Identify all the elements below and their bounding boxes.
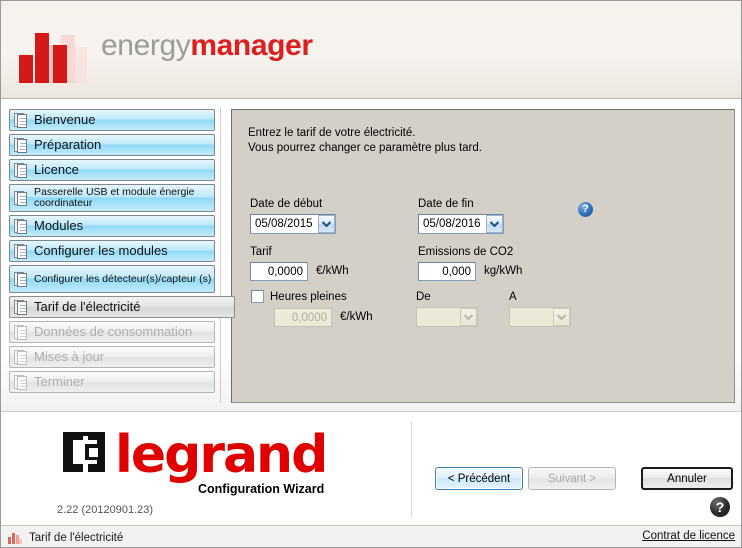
help-glyph: ?	[582, 203, 589, 215]
sidebar-item-modules[interactable]: Modules	[9, 215, 215, 237]
start-date-value: 05/08/2015	[255, 218, 313, 230]
tariff-unit: €/kWh	[316, 265, 349, 277]
cancel-button-label: Annuler	[667, 472, 707, 485]
sidebar-item-label: Licence	[34, 162, 79, 177]
page-icon	[14, 374, 29, 391]
sidebar-item-label: Données de consommation	[34, 324, 193, 339]
page-instructions: Entrez le tarif de votre électricité. Vo…	[248, 127, 482, 154]
back-button-label: < Précédent	[447, 472, 511, 485]
peak-hours-label: Heures pleines	[270, 290, 347, 303]
sidebar-item-label: Mises à jour	[34, 349, 105, 364]
page-icon	[14, 218, 29, 235]
legrand-logo: legrand	[63, 425, 328, 485]
page-icon	[14, 243, 29, 260]
sidebar-item-label: Passerelle USB et module énergie coordin…	[34, 186, 195, 209]
version-text: 2.22 (20120901.23)	[57, 504, 154, 516]
cancel-button[interactable]: Annuler	[641, 467, 733, 490]
help-circle-dark-icon[interactable]: ?	[710, 497, 730, 517]
app-footer: legrand Configuration Wizard 2.22 (20120…	[1, 411, 741, 525]
licence-agreement-link[interactable]: Contrat de licence	[642, 530, 735, 542]
end-date-combo[interactable]: 05/08/2016	[418, 214, 504, 234]
page-icon	[14, 324, 29, 341]
bar-chart-icon	[8, 532, 22, 544]
legrand-wordmark: legrand	[115, 425, 328, 485]
end-date-label: Date de fin	[418, 198, 474, 210]
sidebar-item-label: Tarif de l'électricité	[34, 299, 141, 314]
peak-rate-value: 0,0000	[291, 311, 327, 324]
wizard-step-sidebar: Bienvenue Préparation Licence Passerelle…	[9, 109, 235, 401]
sidebar-item-label: Configurer les modules	[34, 243, 168, 258]
legrand-square-icon	[63, 430, 109, 476]
start-date-label: Date de début	[250, 198, 323, 210]
content-panel: Entrez le tarif de votre électricité. Vo…	[231, 109, 735, 403]
status-text: Tarif de l'électricité	[29, 531, 124, 544]
sidebar-item-label: Préparation	[34, 137, 102, 152]
page-icon	[14, 162, 29, 179]
page-icon	[14, 349, 29, 366]
sidebar-item-preparation[interactable]: Préparation	[9, 134, 215, 156]
tariff-input[interactable]: 0,0000	[250, 262, 308, 281]
bar-chart-logo-icon	[17, 17, 95, 83]
peak-rate-unit: €/kWh	[340, 311, 373, 323]
chevron-down-icon	[460, 308, 477, 326]
sidebar-item-passerelle-usb[interactable]: Passerelle USB et module énergie coordin…	[9, 184, 215, 212]
sidebar-item-label: Bienvenue	[34, 112, 96, 127]
sidebar-item-terminer: Terminer	[9, 371, 215, 393]
sidebar-item-licence[interactable]: Licence	[9, 159, 215, 181]
next-button: Suivant >	[528, 467, 616, 490]
app-header: energymanager	[1, 1, 741, 99]
sidebar-divider	[220, 107, 221, 403]
page-icon	[14, 271, 29, 288]
help-circle-icon[interactable]: ?	[578, 202, 593, 217]
footer-divider	[411, 422, 412, 518]
page-icon	[14, 299, 29, 316]
end-date-value: 05/08/2016	[423, 218, 481, 230]
chevron-down-icon	[553, 308, 570, 326]
sidebar-item-label: Terminer	[34, 374, 85, 389]
sidebar-item-tarif-electricite[interactable]: Tarif de l'électricité	[9, 296, 235, 318]
footer-subtitle: Configuration Wizard	[198, 482, 325, 496]
app-brand: energymanager	[101, 29, 313, 63]
peak-rate-input: 0,0000	[274, 308, 332, 327]
start-date-combo[interactable]: 05/08/2015	[250, 214, 336, 234]
checkbox-box-icon[interactable]	[251, 290, 264, 303]
brand-primary: energy	[101, 29, 191, 62]
sidebar-item-donnees-consommation: Données de consommation	[9, 321, 215, 343]
sidebar-item-bienvenue[interactable]: Bienvenue	[9, 109, 215, 131]
peak-from-combo	[416, 307, 478, 327]
configuration-wizard-window: energymanager Bienvenue Préparation Lice…	[0, 0, 742, 548]
co2-input[interactable]: 0,000	[418, 262, 476, 281]
peak-from-label: De	[416, 291, 431, 303]
page-icon	[14, 190, 29, 207]
tariff-label: Tarif	[250, 246, 272, 258]
help-glyph: ?	[715, 499, 725, 515]
status-bar: Tarif de l'électricité Contrat de licenc…	[1, 525, 741, 547]
co2-label: Emissions de CO2	[418, 246, 514, 258]
tariff-value: 0,0000	[267, 265, 303, 278]
chevron-down-icon[interactable]	[486, 215, 503, 233]
next-button-label: Suivant >	[547, 472, 597, 485]
sidebar-item-mises-a-jour: Mises à jour	[9, 346, 215, 368]
sidebar-item-label: Configurer les détecteur(s)/capteur (s)	[34, 272, 212, 285]
chevron-down-icon[interactable]	[318, 215, 335, 233]
peak-to-label: A	[509, 291, 517, 303]
peak-hours-checkbox[interactable]: Heures pleines	[251, 290, 347, 303]
co2-value: 0,000	[442, 265, 471, 278]
page-icon	[14, 137, 29, 154]
brand-secondary: manager	[190, 29, 313, 62]
peak-to-combo	[509, 307, 571, 327]
main-body: Bienvenue Préparation Licence Passerelle…	[1, 99, 741, 411]
back-button[interactable]: < Précédent	[435, 467, 523, 490]
sidebar-item-label: Modules	[34, 218, 84, 233]
sidebar-item-configurer-detecteurs[interactable]: Configurer les détecteur(s)/capteur (s)	[9, 265, 215, 293]
page-icon	[14, 112, 29, 129]
sidebar-item-configurer-les-modules[interactable]: Configurer les modules	[9, 240, 215, 262]
co2-unit: kg/kWh	[484, 265, 523, 277]
